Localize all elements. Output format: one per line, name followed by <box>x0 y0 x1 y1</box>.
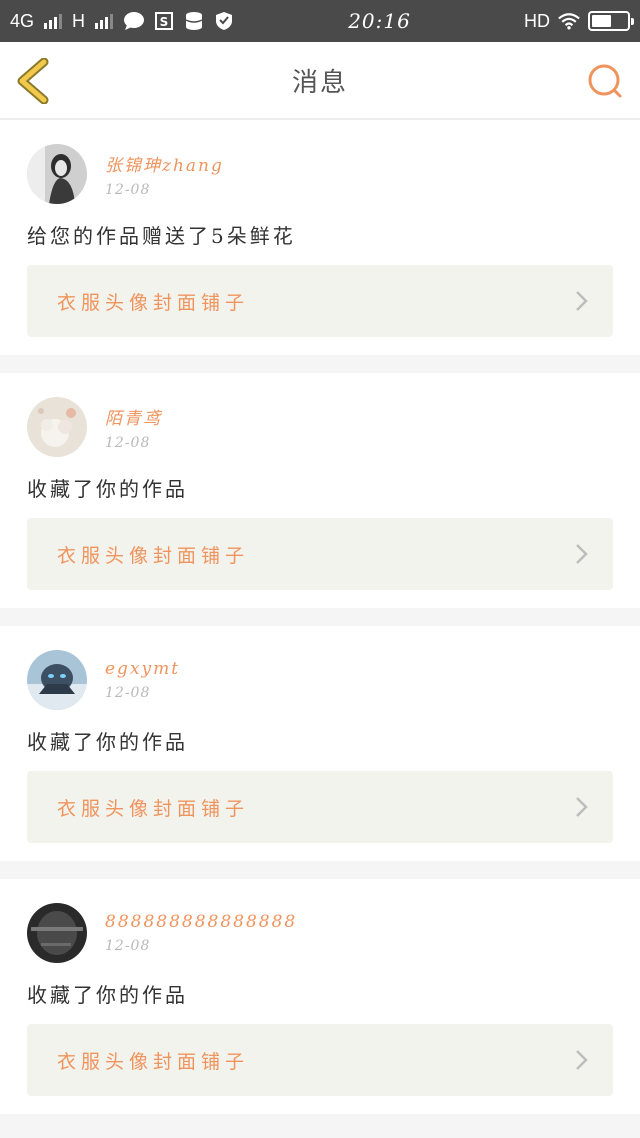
message-text: 收藏了你的作品 <box>27 983 188 1007</box>
avatar[interactable] <box>27 144 87 204</box>
username[interactable]: egxymt <box>105 659 180 679</box>
svg-text:S: S <box>160 15 169 29</box>
avatar[interactable] <box>27 650 87 710</box>
message-text: 给您的作品赠送了5朵鲜花 <box>27 224 296 248</box>
avatar[interactable] <box>27 903 87 963</box>
message-text: 收藏了你的作品 <box>27 477 188 501</box>
message-meta: 陌青鸢 12-08 <box>105 404 162 451</box>
work-link[interactable]: 衣服头像封面铺子 <box>27 1024 613 1096</box>
chat-bubble-icon <box>123 10 145 32</box>
work-link-label: 衣服头像封面铺子 <box>57 544 250 567</box>
message-card: egxymt 12-08 收藏了你的作品 衣服头像封面铺子 <box>0 626 640 861</box>
message-meta: 张锦珅zhang 12-08 <box>105 151 224 198</box>
message-header: 888888888888888 12-08 <box>27 903 613 963</box>
signal-icon <box>42 10 64 32</box>
wifi-icon <box>558 10 580 32</box>
search-icon <box>588 64 622 98</box>
chevron-left-icon <box>17 57 49 105</box>
hd-label: HD <box>524 10 550 31</box>
message-header: 陌青鸢 12-08 <box>27 397 613 457</box>
status-bar: 4G H S 20:16 HD <box>0 0 640 42</box>
chevron-right-icon <box>576 544 588 564</box>
message-date: 12-08 <box>105 938 151 954</box>
search-button[interactable] <box>586 62 624 100</box>
nav-bar: 消息 <box>0 42 640 120</box>
work-link[interactable]: 衣服头像封面铺子 <box>27 265 613 337</box>
network-4g-label: 4G <box>10 10 35 31</box>
back-button[interactable] <box>14 57 54 105</box>
username[interactable]: 陌青鸢 <box>105 404 162 429</box>
battery-level <box>592 15 611 27</box>
message-card: 张锦珅zhang 12-08 给您的作品赠送了5朵鲜花 衣服头像封面铺子 <box>0 120 640 355</box>
avatar[interactable] <box>27 397 87 457</box>
chevron-right-icon <box>576 1050 588 1070</box>
message-card: 陌青鸢 12-08 收藏了你的作品 衣服头像封面铺子 <box>0 373 640 608</box>
message-meta: egxymt 12-08 <box>105 659 180 701</box>
message-header: 张锦珅zhang 12-08 <box>27 144 613 204</box>
message-list: 张锦珅zhang 12-08 给您的作品赠送了5朵鲜花 衣服头像封面铺子 陌青鸢… <box>0 120 640 1114</box>
database-icon <box>183 10 205 32</box>
work-link[interactable]: 衣服头像封面铺子 <box>27 518 613 590</box>
message-card: 888888888888888 12-08 收藏了你的作品 衣服头像封面铺子 <box>0 879 640 1114</box>
chevron-right-icon <box>576 797 588 817</box>
sim-icon: S <box>153 10 175 32</box>
username[interactable]: 张锦珅zhang <box>105 151 224 176</box>
username[interactable]: 888888888888888 <box>105 912 297 932</box>
chevron-right-icon <box>576 291 588 311</box>
clock: 20:16 <box>348 9 411 33</box>
battery-icon <box>588 11 634 31</box>
message-date: 12-08 <box>105 181 151 198</box>
message-date: 12-08 <box>105 685 151 701</box>
work-link-label: 衣服头像封面铺子 <box>57 291 250 314</box>
network-h-label: H <box>72 10 86 31</box>
status-bar-left: 4G H S <box>10 10 235 32</box>
status-bar-right: HD <box>524 10 634 32</box>
work-link-label: 衣服头像封面铺子 <box>57 797 250 820</box>
page-title: 消息 <box>291 67 348 98</box>
message-date: 12-08 <box>105 434 151 451</box>
message-meta: 888888888888888 12-08 <box>105 912 297 954</box>
work-link[interactable]: 衣服头像封面铺子 <box>27 771 613 843</box>
signal-icon-2 <box>93 10 115 32</box>
shield-check-icon <box>213 10 235 32</box>
work-link-label: 衣服头像封面铺子 <box>57 1050 250 1073</box>
message-header: egxymt 12-08 <box>27 650 613 710</box>
message-text: 收藏了你的作品 <box>27 730 188 754</box>
